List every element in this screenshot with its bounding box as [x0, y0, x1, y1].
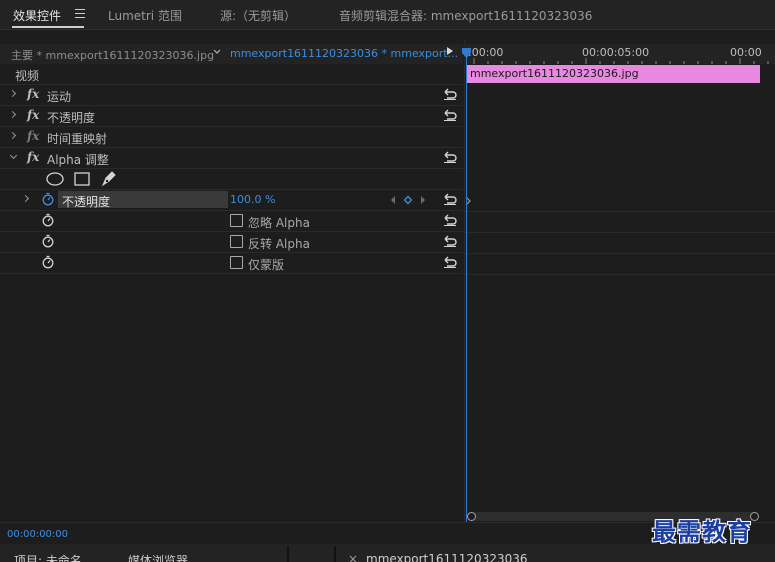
stopwatch-icon[interactable]	[42, 255, 54, 269]
reset-icon[interactable]	[442, 108, 458, 122]
stopwatch-icon[interactable]	[42, 234, 54, 248]
timeline-clip-label: mmexport1611120323036.jpg	[470, 67, 639, 80]
param-row-ignore-alpha[interactable]: 忽略 Alpha	[0, 211, 463, 232]
stopwatch-active-icon[interactable]	[42, 192, 54, 206]
expand-arrow-icon[interactable]	[8, 131, 17, 140]
video-section-label: 视频	[15, 69, 40, 83]
expand-arrow-icon[interactable]	[8, 89, 17, 98]
opacity-param-field[interactable]: 不透明度	[58, 191, 228, 209]
ignore-alpha-checkbox[interactable]	[230, 214, 243, 227]
rectangle-mask-icon[interactable]	[74, 172, 90, 186]
scrollbar-left-handle[interactable]	[467, 512, 476, 521]
playhead-line[interactable]	[466, 48, 467, 522]
pen-mask-icon[interactable]	[101, 170, 117, 187]
effect-row-opacity[interactable]: fx 不透明度	[0, 106, 463, 127]
fx-icon[interactable]: fx	[27, 108, 39, 122]
panel-menu-icon[interactable]	[75, 9, 85, 18]
effect-row-time-remapping[interactable]: fx 时间重映射	[0, 127, 463, 148]
param-row-mask-only[interactable]: 仅蒙版	[0, 253, 463, 274]
reset-icon[interactable]	[442, 234, 458, 248]
watermark-logo: 最需教育	[652, 517, 752, 546]
effect-label-time-remapping: 时间重映射	[47, 132, 108, 146]
ellipse-mask-icon[interactable]	[46, 172, 64, 186]
effect-row-alpha-adjust[interactable]: fx Alpha 调整	[0, 148, 463, 169]
ruler-ticks	[473, 58, 769, 64]
sequence-clip-label[interactable]: mmexport1611120323036 * mmexport...	[230, 47, 458, 60]
reset-icon[interactable]	[442, 255, 458, 269]
tab-sequence[interactable]: mmexport1611120323036	[366, 552, 528, 562]
mask-only-label: 仅蒙版	[248, 258, 285, 272]
reset-icon[interactable]	[442, 213, 458, 227]
current-timecode[interactable]: 00:00:00:00	[7, 529, 68, 540]
tab-lumetri-scopes[interactable]: Lumetri 范围	[108, 7, 182, 24]
fx-icon[interactable]: fx	[27, 87, 39, 101]
mask-tools-row	[0, 169, 463, 190]
video-section-row: 视频	[0, 64, 463, 85]
ignore-alpha-label: 忽略 Alpha	[248, 216, 310, 230]
close-icon[interactable]: ×	[348, 552, 358, 562]
timeline-row-divider	[464, 274, 775, 275]
tab-source[interactable]: 源:（无剪辑）	[220, 7, 296, 24]
expand-arrow-icon[interactable]	[21, 194, 30, 203]
reset-icon[interactable]	[442, 87, 458, 101]
invert-alpha-checkbox[interactable]	[230, 235, 243, 248]
tab-project[interactable]: 项目: 未命名	[14, 552, 82, 562]
param-row-opacity[interactable]: 不透明度 100.0 %	[0, 190, 463, 211]
invert-alpha-label: 反转 Alpha	[248, 237, 310, 251]
tab-audio-clip-mixer[interactable]: 音频剪辑混合器: mmexport1611120323036	[339, 7, 592, 24]
stopwatch-icon[interactable]	[42, 213, 54, 227]
timeline-clip[interactable]: mmexport1611120323036.jpg	[467, 65, 760, 83]
tab-media-browser[interactable]: 媒体浏览器	[128, 552, 188, 562]
effect-label-alpha-adjust: Alpha 调整	[47, 153, 109, 167]
chevron-down-icon[interactable]	[212, 47, 222, 57]
panel-divider	[334, 546, 336, 562]
master-clip-label[interactable]: 主要 * mmexport1611120323036.jpg	[11, 47, 214, 63]
keyframe-navigator[interactable]	[389, 195, 429, 205]
panel-divider	[287, 546, 289, 562]
effect-timeline-panel[interactable]	[464, 40, 775, 523]
effect-row-motion[interactable]: fx 运动	[0, 85, 463, 106]
opacity-param-label: 不透明度	[62, 195, 111, 209]
play-icon[interactable]	[447, 47, 453, 55]
mask-only-checkbox[interactable]	[230, 256, 243, 269]
param-row-invert-alpha[interactable]: 反转 Alpha	[0, 232, 463, 253]
tab-effect-controls[interactable]: 效果控件	[13, 7, 61, 24]
timeline-row-divider	[464, 211, 775, 212]
reset-icon[interactable]	[442, 150, 458, 164]
active-tab-indicator	[12, 26, 84, 28]
effect-label-opacity: 不透明度	[47, 111, 96, 125]
collapse-arrow-icon[interactable]	[9, 151, 18, 160]
timeline-row-divider	[464, 232, 775, 233]
fx-icon[interactable]: fx	[27, 150, 39, 164]
playhead-handle-icon[interactable]	[462, 48, 471, 58]
effect-label-motion: 运动	[47, 90, 72, 104]
reset-icon[interactable]	[442, 192, 458, 206]
timeline-row-divider	[464, 253, 775, 254]
fx-icon[interactable]: fx	[27, 129, 39, 143]
opacity-value[interactable]: 100.0 %	[230, 193, 275, 206]
expand-arrow-icon[interactable]	[8, 110, 17, 119]
